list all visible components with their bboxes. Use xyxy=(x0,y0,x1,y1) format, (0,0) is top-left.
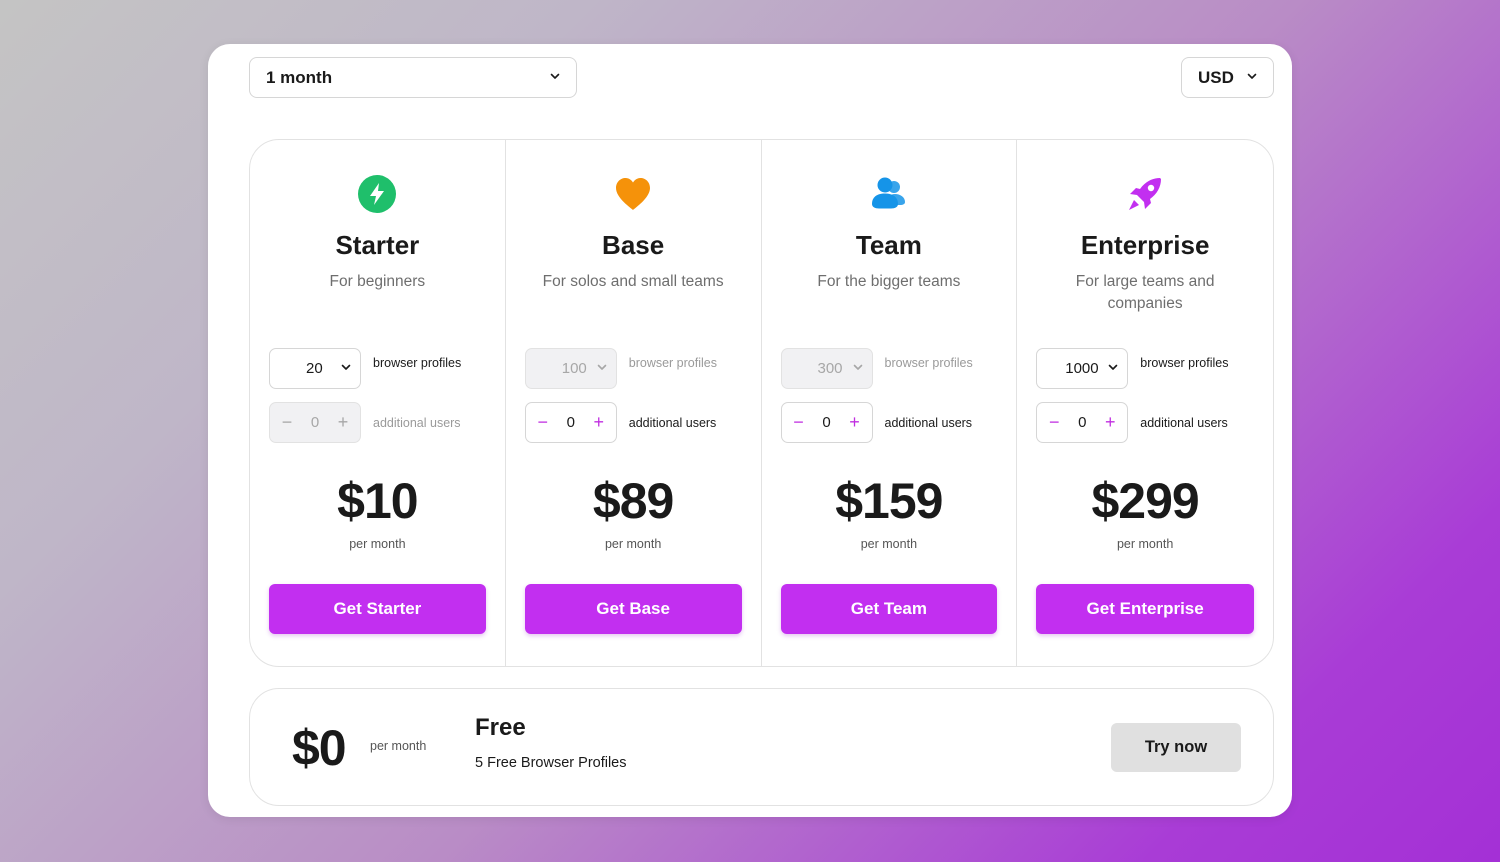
get-starter-button[interactable]: Get Starter xyxy=(269,584,486,634)
decrement-button[interactable]: − xyxy=(792,412,806,433)
profiles-select[interactable]: 300 xyxy=(780,348,873,389)
get-base-button[interactable]: Get Base xyxy=(524,584,742,634)
users-value: 0 xyxy=(1078,414,1087,431)
plan-name: Starter xyxy=(335,230,420,260)
chevron-down-icon xyxy=(341,362,351,372)
profiles-select[interactable]: 20 xyxy=(269,348,361,389)
profiles-label: browser profiles xyxy=(628,356,717,370)
plan-name: Team xyxy=(855,230,922,260)
price-period: per month xyxy=(860,537,918,551)
profiles-select[interactable]: 1000 xyxy=(1036,348,1129,389)
price-period: per month xyxy=(349,537,406,551)
users-stepper[interactable]: − 0 + xyxy=(269,402,361,443)
plan-enterprise: Enterprise For large teams and companies… xyxy=(1017,140,1273,666)
currency-select-value: USD xyxy=(1198,67,1234,87)
plan-name: Enterprise xyxy=(1080,230,1210,260)
users-label: additional users xyxy=(1140,415,1228,430)
decrement-button[interactable]: − xyxy=(280,412,294,433)
price-period: per month xyxy=(604,537,662,551)
users-row: − 0 + additional users xyxy=(524,402,755,443)
free-title: Free xyxy=(475,714,526,741)
profiles-label: browser profiles xyxy=(884,356,973,370)
decrement-button[interactable]: − xyxy=(536,412,550,433)
users-stepper[interactable]: − 0 + xyxy=(1036,402,1129,443)
profiles-label: browser profiles xyxy=(373,356,462,370)
increment-button[interactable]: + xyxy=(336,412,350,433)
free-description: 5 Free Browser Profiles xyxy=(475,755,627,771)
plan-price: $10 xyxy=(337,473,418,529)
users-row: − 0 + additional users xyxy=(780,402,1011,443)
chevron-down-icon xyxy=(853,362,863,372)
rocket-icon xyxy=(1125,174,1165,214)
profiles-select-value: 1000 xyxy=(1065,360,1099,377)
chevron-down-icon xyxy=(1108,362,1118,372)
profiles-select[interactable]: 100 xyxy=(524,348,617,389)
lightning-icon xyxy=(357,174,397,214)
plan-description: For beginners xyxy=(329,273,426,290)
increment-button[interactable]: + xyxy=(848,412,862,433)
profiles-row: 1000 browser profiles xyxy=(1036,348,1266,389)
plan-description: For large teams and companies xyxy=(1075,273,1215,312)
free-price-period: per month xyxy=(370,739,427,753)
price-period: per month xyxy=(1116,537,1174,551)
currency-select[interactable]: USD xyxy=(1181,57,1274,98)
chevron-down-icon xyxy=(1247,71,1257,81)
users-row: − 0 + additional users xyxy=(1036,402,1266,443)
try-now-button[interactable]: Try now xyxy=(1111,723,1241,772)
users-icon xyxy=(869,174,909,214)
chevron-down-icon xyxy=(597,362,607,372)
plans-grid: Starter For beginners 20 browser profile… xyxy=(249,139,1274,667)
users-label: additional users xyxy=(373,415,461,430)
users-stepper[interactable]: − 0 + xyxy=(780,402,873,443)
profiles-select-value: 20 xyxy=(306,360,323,377)
plan-price: $89 xyxy=(592,473,674,529)
plan-starter: Starter For beginners 20 browser profile… xyxy=(250,140,506,666)
chevron-down-icon xyxy=(550,71,560,81)
plan-description: For solos and small teams xyxy=(542,273,724,290)
users-stepper[interactable]: − 0 + xyxy=(524,402,617,443)
profiles-row: 300 browser profiles xyxy=(780,348,1011,389)
get-enterprise-button[interactable]: Get Enterprise xyxy=(1036,584,1254,634)
increment-button[interactable]: + xyxy=(592,412,606,433)
free-plan: $0 per month Free 5 Free Browser Profile… xyxy=(249,688,1274,806)
plan-base: Base For solos and small teams 100 brows… xyxy=(506,140,762,666)
free-price: $0 xyxy=(292,720,347,776)
profiles-select-value: 100 xyxy=(561,360,587,377)
period-select[interactable]: 1 month xyxy=(249,57,577,98)
users-value: 0 xyxy=(822,414,831,431)
plan-price: $159 xyxy=(835,473,943,529)
users-value: 0 xyxy=(310,414,320,431)
decrement-button[interactable]: − xyxy=(1047,412,1061,433)
period-select-value: 1 month xyxy=(266,67,333,87)
plan-price: $299 xyxy=(1091,473,1200,529)
profiles-row: 20 browser profiles xyxy=(269,348,499,389)
profiles-label: browser profiles xyxy=(1140,356,1229,370)
users-value: 0 xyxy=(566,414,575,431)
users-label: additional users xyxy=(884,415,973,430)
increment-button[interactable]: + xyxy=(1103,412,1117,433)
users-row: − 0 + additional users xyxy=(269,402,499,443)
pricing-card: 1 month USD Starter For beginners 20 bro… xyxy=(208,44,1292,817)
get-team-button[interactable]: Get Team xyxy=(780,584,998,634)
users-label: additional users xyxy=(628,415,717,430)
profiles-row: 100 browser profiles xyxy=(524,348,755,389)
plan-team: Team For the bigger teams 300 browser pr… xyxy=(762,140,1018,666)
profiles-select-value: 300 xyxy=(817,360,843,377)
plan-description: For the bigger teams xyxy=(817,273,961,290)
plan-name: Base xyxy=(602,230,665,260)
heart-icon xyxy=(613,174,653,214)
